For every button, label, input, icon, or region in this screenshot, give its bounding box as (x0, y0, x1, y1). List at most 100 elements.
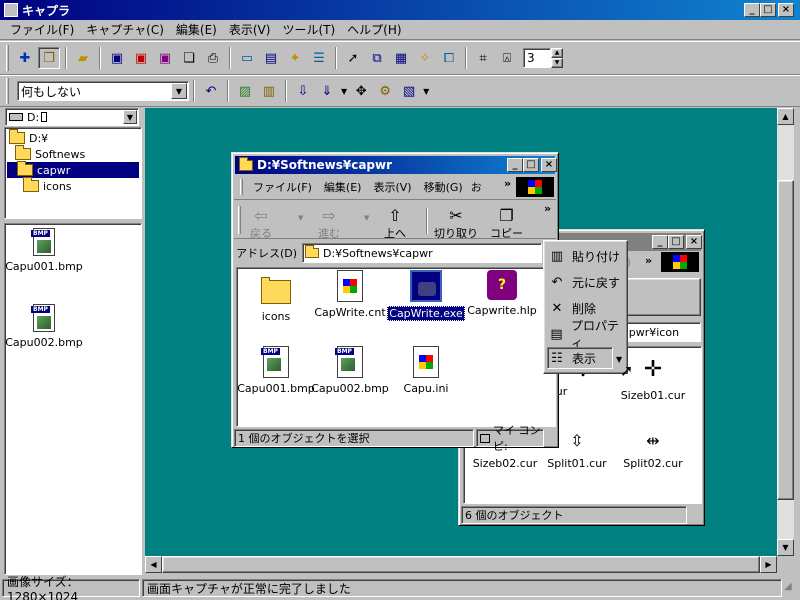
new-window-icon[interactable]: ✦ (284, 47, 306, 69)
chevron-down-icon[interactable]: ▼ (171, 83, 187, 99)
toolbar-grip[interactable] (6, 45, 9, 71)
chevron-right-icon[interactable]: » (544, 202, 551, 215)
drive-combo[interactable]: D: ▼ (5, 108, 139, 126)
close-button[interactable]: × (541, 158, 557, 172)
menu-help[interactable]: ヘルプ(H) (341, 21, 407, 38)
menu-file[interactable]: ファイル(F) (4, 21, 80, 38)
mouse-icon[interactable]: ⍓ (496, 47, 518, 69)
copy-button[interactable]: ❐ コピー (490, 206, 523, 241)
view-item[interactable]: ☷ 表示 (547, 347, 613, 369)
cut-button[interactable]: ✂ 切り取り (434, 206, 478, 241)
sparkle-window-icon[interactable]: ✧ (414, 47, 436, 69)
file-item[interactable]: CapWrite.cnt (311, 270, 389, 319)
copy-pages-icon[interactable]: ❏ (178, 47, 200, 69)
scroll-thumb[interactable] (777, 180, 794, 500)
chevron-down-icon[interactable]: ▼ (123, 110, 137, 124)
pin-icon[interactable]: ✚ (14, 47, 36, 69)
settings-icon[interactable]: ⚙ (374, 80, 396, 102)
doc-down-icon[interactable]: ⇓ (316, 80, 338, 102)
file-item[interactable]: BMP Capu001.bmp (237, 346, 315, 395)
monitor-icon[interactable]: ▭ (236, 47, 258, 69)
image-icon[interactable]: ▨ (234, 80, 256, 102)
undo-item[interactable]: ↶ 元に戻す (548, 271, 620, 293)
maximize-button[interactable]: □ (523, 158, 539, 172)
region-icon[interactable]: ▦ (390, 47, 412, 69)
menu-edit[interactable]: 編集(E) (318, 179, 368, 195)
file-item[interactable]: Capu.ini (387, 346, 465, 395)
file-item[interactable]: ? Capwrite.hlp (463, 270, 541, 317)
scroll-thumb[interactable] (162, 556, 760, 573)
dropdown-arrow-icon[interactable]: ▼ (341, 87, 347, 96)
dropdown-arrow-icon-2[interactable]: ▼ (423, 87, 429, 96)
menu-go[interactable]: 移動(G) (418, 179, 469, 195)
move-icon[interactable]: ✥ (350, 80, 372, 102)
multi-window-icon[interactable]: ⧠ (438, 47, 460, 69)
vertical-scrollbar[interactable]: ▲ ▼ (777, 108, 794, 556)
action-combo[interactable]: 何もしない ▼ (17, 81, 189, 101)
tree-item-softnews[interactable]: Softnews (15, 145, 85, 162)
save-red-icon[interactable]: ▣ (130, 47, 152, 69)
pointer-icon[interactable]: ➚ (342, 47, 364, 69)
thumb-item[interactable]: BMP Capu002.bmp (5, 304, 83, 349)
thumbnail-list: BMP Capu001.bmp BMP Capu002.bmp (4, 223, 142, 575)
scroll-left-button[interactable]: ◀ (145, 556, 162, 573)
maximize-button[interactable]: □ (668, 235, 684, 249)
maximize-button[interactable]: □ (760, 3, 776, 17)
file-item[interactable]: ⇹ Split02.cur (614, 429, 692, 470)
menu-view[interactable]: 表示(V) (223, 21, 277, 38)
window-list-icon[interactable]: ☰ (308, 47, 330, 69)
print-icon[interactable]: ⎙ (202, 47, 224, 69)
minimize-button[interactable]: _ (744, 3, 760, 17)
window-copy-icon[interactable]: ❐ (38, 47, 60, 69)
spin-buttons[interactable]: ▲ ▼ (551, 48, 563, 68)
window-title-bar[interactable]: D:¥Softnews¥capwr _ □ × (235, 156, 557, 174)
doc-arrow-icon[interactable]: ⇩ (292, 80, 314, 102)
crop-icon[interactable]: ⌗ (472, 47, 494, 69)
tree-item-root[interactable]: D:¥ (9, 129, 48, 146)
chevron-right-icon[interactable]: » (645, 254, 652, 267)
layout-icon[interactable]: ▧ (398, 80, 420, 102)
file-item-selected[interactable]: CapWrite.exe (387, 270, 465, 321)
save-as-icon[interactable]: ▣ (154, 47, 176, 69)
scroll-right-button[interactable]: ▶ (760, 556, 777, 573)
save-icon[interactable]: ▣ (106, 47, 128, 69)
properties-item[interactable]: ▤ プロパティ (548, 319, 627, 350)
window-select-icon[interactable]: ⧉ (366, 47, 388, 69)
toolbar-grip-2[interactable] (6, 78, 9, 104)
menu-edit[interactable]: 編集(E) (170, 21, 223, 38)
forward-dropdown-icon[interactable]: ▼ (364, 214, 369, 222)
resize-grip-icon[interactable]: ◢ (784, 581, 798, 595)
menu-file[interactable]: ファイル(F) (247, 179, 318, 195)
paste-icon[interactable]: ▥ (258, 80, 280, 102)
undo-icon[interactable]: ↶ (200, 80, 222, 102)
up-button[interactable]: ⇧ 上へ (384, 206, 406, 241)
back-dropdown-icon[interactable]: ▼ (298, 214, 303, 222)
address-field[interactable]: D:¥Softnews¥capwr (302, 243, 542, 263)
menu-view[interactable]: 表示(V) (367, 179, 417, 195)
close-button[interactable]: × (778, 3, 794, 17)
file-item[interactable]: BMP Capu002.bmp (311, 346, 389, 395)
menu-favorites-partial[interactable]: お (469, 179, 484, 195)
thumb-item[interactable]: BMP Capu001.bmp (5, 228, 83, 273)
window-capture-icon[interactable]: ▤ (260, 47, 282, 69)
menu-capture[interactable]: キャプチャ(C) (80, 21, 170, 38)
spin-input[interactable]: 3 (523, 48, 551, 68)
file-item[interactable]: icons (237, 274, 315, 323)
back-button[interactable]: ⇦ 戻る (250, 206, 272, 241)
address-field-partial[interactable]: apwr¥icon (619, 322, 701, 342)
tree-item-capwr[interactable]: capwr (7, 161, 139, 178)
explorer-window-capwr[interactable]: D:¥Softnews¥capwr _ □ × ファイル(F) 編集(E) 表示… (231, 152, 559, 453)
delete-item[interactable]: ✕ 削除 (548, 297, 596, 319)
menu-tools[interactable]: ツール(T) (276, 21, 341, 38)
open-folder-icon[interactable]: ▰ (72, 47, 94, 69)
close-button[interactable]: × (686, 235, 702, 249)
forward-button[interactable]: ⇨ 進む (318, 206, 340, 241)
minimize-button[interactable]: _ (652, 235, 668, 249)
scroll-up-button[interactable]: ▲ (777, 108, 794, 125)
scroll-down-button[interactable]: ▼ (777, 539, 794, 556)
chevron-right-icon[interactable]: » (504, 177, 511, 190)
tree-item-icons[interactable]: icons (23, 177, 72, 194)
minimize-button[interactable]: _ (507, 158, 523, 172)
paste-item[interactable]: ▥ 貼り付け (548, 245, 620, 267)
horizontal-scrollbar[interactable]: ◀ ▶ (145, 556, 777, 573)
